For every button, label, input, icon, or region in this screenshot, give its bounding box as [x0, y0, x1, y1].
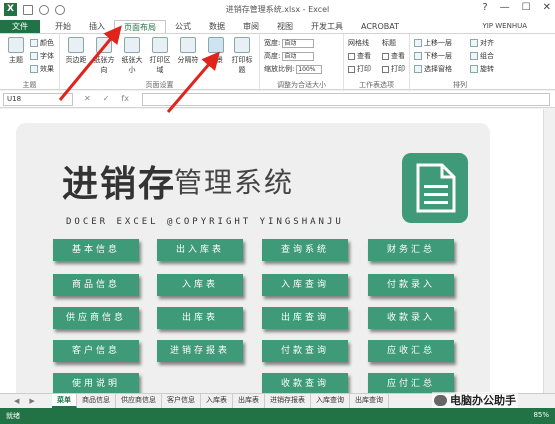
arrow-to-page-layout — [58, 25, 122, 101]
arrow-to-background — [166, 51, 220, 113]
annotation-arrows — [58, 25, 220, 113]
